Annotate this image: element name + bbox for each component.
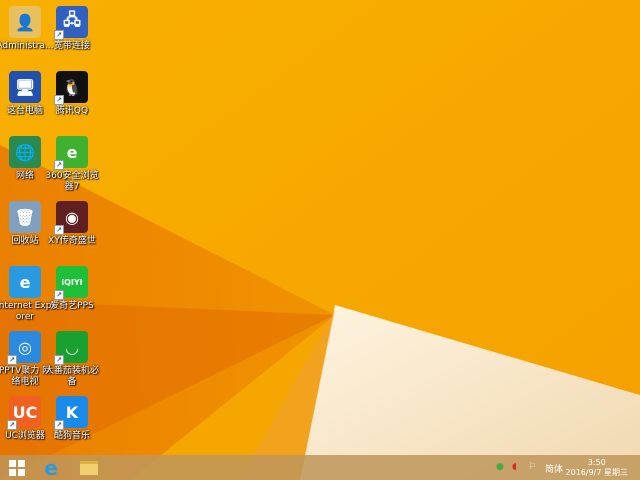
desktop-icon-label: 腾讯QQ	[55, 106, 89, 116]
volume-muted-icon[interactable]: ◖	[512, 462, 517, 472]
desktop-icon[interactable]: K ↗ 酷狗音乐	[42, 396, 102, 442]
desktop-icon[interactable]: ◉ ↗ XY传奇盛世	[42, 201, 102, 247]
ime-indicator[interactable]: 简体	[545, 462, 563, 475]
shopping-bag-icon: ◡ ↗	[54, 331, 88, 365]
network-connection-icon: 🖧 ↗	[54, 6, 88, 40]
shortcut-arrow-icon: ↗	[54, 420, 64, 430]
uc-browser-icon: UC ↗	[7, 396, 41, 430]
browser-360-icon: e ↗	[54, 136, 88, 170]
shortcut-arrow-icon: ↗	[54, 95, 64, 105]
network-tray-icon[interactable]: ●	[496, 462, 504, 472]
game-icon: ◉ ↗	[54, 201, 88, 235]
clock[interactable]: 3:50 2016/9/7 星期三	[566, 458, 628, 478]
iqiyi-icon: iQIYI ↗	[54, 266, 88, 300]
internet-explorer-icon: e	[9, 266, 41, 298]
recycle-bin-icon: 🗑	[9, 201, 41, 233]
desktop-icon-label: XY传奇盛世	[48, 236, 96, 246]
desktop-icon-label: 酷狗音乐	[53, 431, 90, 441]
desktop-icon[interactable]: ◡ ↗ 大番茄装机必备	[42, 331, 102, 388]
computer-icon: 🖥	[9, 71, 41, 103]
desktop-icon[interactable]: 🐧 ↗ 腾讯QQ	[42, 71, 102, 117]
desktop-icon[interactable]: e ↗ 360安全浏览器7	[42, 136, 102, 193]
shortcut-arrow-icon: ↗	[54, 160, 64, 170]
clock-date: 2016/9/7 星期三	[565, 468, 628, 477]
shortcut-arrow-icon: ↗	[54, 355, 64, 365]
desktop-icon[interactable]: iQIYI ↗ 爱奇艺PPS	[42, 266, 102, 312]
desktop-icon-label: 360安全浏览器7	[45, 171, 99, 192]
windows-start-icon[interactable]	[6, 457, 28, 478]
shortcut-arrow-icon: ↗	[7, 420, 17, 430]
taskbar: e ● ◖ ⚐ 简体 3:50 2016/9/7 星期三	[0, 455, 640, 480]
shortcut-arrow-icon: ↗	[54, 30, 64, 40]
desktop-icon-label: 大番茄装机必备	[44, 366, 99, 387]
shortcut-arrow-icon: ↗	[54, 290, 64, 300]
pptv-icon: ◎ ↗	[7, 331, 41, 365]
desktop-icon-label: 宽带连接	[53, 41, 90, 51]
user-folder-icon: 👤	[9, 6, 41, 38]
internet-explorer-icon[interactable]: e	[40, 456, 62, 480]
desktop-icon[interactable]: 🖧 ↗ 宽带连接	[42, 6, 102, 52]
kugou-icon: K ↗	[54, 396, 88, 430]
network-globe-icon: 🌐	[9, 136, 41, 168]
desktop-icon-label: 爱奇艺PPS	[50, 301, 94, 311]
file-explorer-icon[interactable]	[78, 457, 100, 478]
shortcut-arrow-icon: ↗	[7, 355, 17, 365]
clock-time: 3:50	[587, 458, 606, 467]
shortcut-arrow-icon: ↗	[54, 225, 64, 235]
qq-icon: 🐧 ↗	[54, 71, 88, 105]
action-center-icon[interactable]: ⚐	[528, 462, 536, 472]
